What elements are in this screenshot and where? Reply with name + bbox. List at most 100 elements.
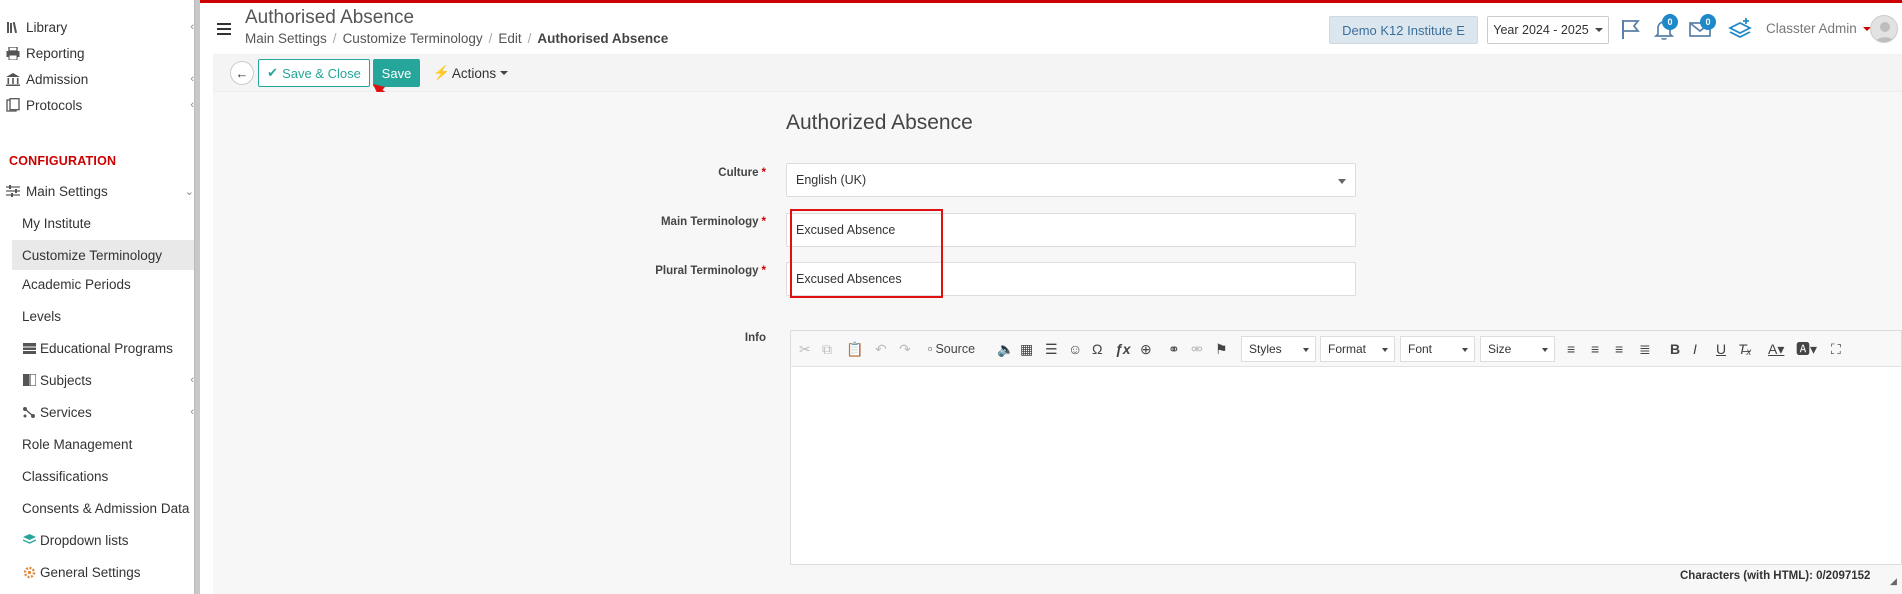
breadcrumb-item[interactable]: Main Settings [245, 31, 327, 46]
sidebar-item-label: Dropdown lists [40, 532, 129, 548]
sidebar-item-protocols[interactable]: Protocols ‹ [0, 90, 194, 120]
user-menu[interactable]: Classter Admin [1766, 21, 1871, 36]
flag-icon[interactable]: ⚑ [1215, 339, 1228, 359]
remove-format-icon[interactable]: T̶ₓ [1738, 339, 1752, 359]
culture-select[interactable]: English (UK) [786, 163, 1356, 197]
sidebar-item-main-settings[interactable]: Main Settings ⌄ [0, 176, 194, 206]
caret-down-icon [1542, 348, 1548, 352]
justify-icon[interactable]: ≣ [1639, 339, 1651, 359]
styles-dropdown[interactable]: Styles [1241, 336, 1316, 362]
align-left-icon[interactable]: ≡ [1567, 339, 1575, 359]
sidebar-item-label: Academic Periods [22, 276, 131, 292]
cut-icon[interactable]: ✂ [799, 339, 811, 359]
caret-down-icon [1594, 28, 1603, 32]
caret-down-icon [500, 71, 509, 75]
redo-icon[interactable]: ↷ [899, 339, 911, 359]
link-icon[interactable]: ⚭ [1168, 339, 1180, 359]
audio-icon[interactable]: 🔈 [997, 339, 1014, 359]
sidebar-item-customize-terminology[interactable]: Customize Terminology [12, 240, 194, 270]
sidebar-item-consents-admission-data[interactable]: Consents & Admission Data [0, 493, 194, 523]
sidebar-item-subjects[interactable]: Subjects ‹ [0, 365, 194, 395]
styles-label: Styles [1249, 342, 1282, 356]
page-title: Authorised Absence [245, 7, 415, 28]
format-dropdown[interactable]: Format [1320, 336, 1395, 362]
culture-label: Culture * [600, 167, 766, 179]
sidebar-item-label: Classifications [22, 468, 109, 484]
main-terminology-label-text: Main Terminology [660, 216, 759, 228]
layers-plus-icon[interactable] [1728, 17, 1752, 41]
sidebar-item-label: Reporting [26, 45, 85, 61]
font-dropdown[interactable]: Font [1400, 336, 1475, 362]
caret-down-icon [1338, 179, 1346, 184]
sidebar-item-my-institute[interactable]: My Institute [0, 208, 194, 238]
breadcrumb-item[interactable]: Customize Terminology [343, 31, 483, 46]
resize-handle-icon[interactable]: ◢ [1890, 576, 1897, 587]
size-dropdown[interactable]: Size [1480, 336, 1555, 362]
italic-icon[interactable]: I [1693, 339, 1697, 359]
sidebar-item-classifications[interactable]: Classifications [0, 461, 194, 491]
actions-dropdown[interactable]: ⚡ Actions [433, 65, 509, 81]
sidebar-item-label: Role Management [22, 436, 133, 452]
back-button[interactable]: ← [230, 61, 254, 85]
underline-icon[interactable]: U [1716, 339, 1726, 359]
chevron-down-icon: ⌄ [184, 186, 194, 198]
institute-button[interactable]: Demo K12 Institute E [1329, 16, 1478, 44]
sidebar-item-academic-periods[interactable]: Academic Periods [0, 269, 194, 299]
main-terminology-label: Main Terminology * [600, 216, 766, 228]
plural-terminology-label-text: Plural Terminology [655, 265, 759, 277]
breadcrumb-separator: / [488, 31, 493, 46]
sidebar-item-levels[interactable]: Levels [0, 301, 194, 331]
globe-icon[interactable]: ⊕ [1140, 339, 1152, 359]
bank-icon [4, 71, 22, 87]
check-icon: ✔ [267, 65, 279, 80]
background-color-icon[interactable]: 🅰▾ [1796, 339, 1817, 359]
formula-icon[interactable]: ƒx [1115, 339, 1131, 359]
arrow-left-icon: ← [235, 65, 249, 81]
rich-text-editor[interactable]: ✂ ⧉ 📋 ↶ ↷ ▫ Source 🔈 ▦ ☰ ☺ Ω ƒx ⊕ ⚭ ⚮ ⚑ S… [790, 330, 1902, 565]
breadcrumb-separator: / [527, 31, 532, 46]
paste-icon[interactable]: 📋 [846, 339, 863, 359]
sidebar-item-label: Customize Terminology [22, 247, 163, 263]
avatar[interactable] [1870, 15, 1898, 43]
copy-icon[interactable]: ⧉ [822, 339, 832, 359]
omega-icon[interactable]: Ω [1092, 339, 1102, 359]
sidebar-item-label: Services [40, 404, 92, 420]
smiley-icon[interactable]: ☺ [1068, 339, 1082, 359]
form-title: Authorized Absence [786, 111, 973, 134]
sidebar-item-dropdown-lists[interactable]: Dropdown lists [0, 525, 194, 555]
sidebar-item-label: Consents & Admission Data [22, 500, 190, 516]
notifications-badge: 0 [1662, 14, 1678, 30]
text-color-icon[interactable]: A▾ [1768, 339, 1784, 359]
sidebar-item-label: My Institute [22, 215, 92, 231]
book-icon [20, 372, 38, 388]
gear-icon [20, 564, 38, 580]
bold-icon[interactable]: B [1670, 339, 1680, 359]
sidebar-item-label: General Settings [40, 564, 141, 580]
align-right-icon[interactable]: ≡ [1615, 339, 1623, 359]
hamburger-menu-icon[interactable] [217, 23, 231, 35]
save-close-label: Save & Close [282, 65, 361, 81]
caret-down-icon [1382, 348, 1388, 352]
horizontal-line-icon[interactable]: ☰ [1045, 339, 1058, 359]
format-label: Format [1328, 342, 1367, 356]
sidebar-item-services[interactable]: Services ‹ [0, 397, 194, 427]
maximize-icon[interactable]: ⛶ [1831, 339, 1841, 359]
flag-icon[interactable] [1619, 17, 1643, 41]
sidebar-item-general-settings[interactable]: General Settings [0, 557, 194, 587]
sidebar-item-role-management[interactable]: Role Management [0, 429, 194, 459]
save-close-button[interactable]: ✔ Save & Close [258, 59, 370, 87]
table-icon[interactable]: ▦ [1020, 339, 1033, 359]
sidebar-section-heading: CONFIGURATION [9, 154, 117, 168]
sidebar-item-educational-programs[interactable]: Educational Programs [0, 333, 194, 363]
layers-icon [20, 532, 38, 548]
align-center-icon[interactable]: ≡ [1591, 339, 1599, 359]
books-icon [4, 19, 22, 35]
breadcrumb: Main Settings / Customize Terminology / Ed… [245, 31, 668, 46]
sidebar-scrollbar[interactable] [194, 0, 200, 594]
undo-icon[interactable]: ↶ [875, 339, 887, 359]
year-selector[interactable]: Year 2024 - 2025 [1487, 16, 1609, 44]
caret-down-icon [1303, 348, 1309, 352]
breadcrumb-item[interactable]: Edit [498, 31, 521, 46]
unlink-icon[interactable]: ⚮ [1191, 339, 1203, 359]
source-button[interactable]: ▫ Source [928, 339, 975, 359]
